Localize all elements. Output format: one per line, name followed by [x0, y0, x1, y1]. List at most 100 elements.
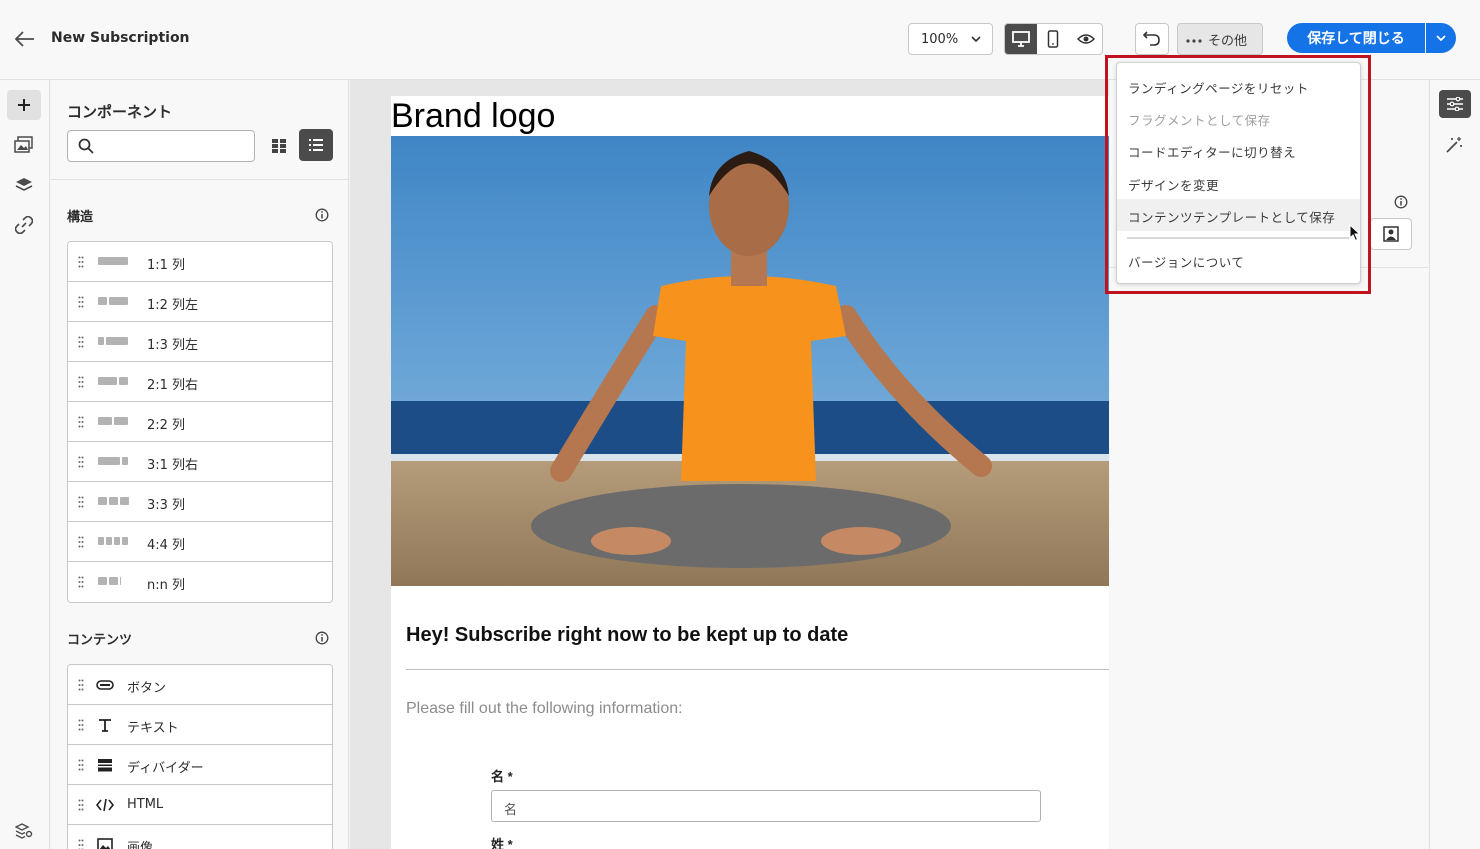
- landing-page-preview: Brand logo Hey! Subscribe right now to b…: [391, 96, 1109, 849]
- structure-item-label: 2:2 列: [147, 418, 186, 433]
- zoom-value: 100%: [921, 32, 959, 47]
- editor-canvas: Brand logo Hey! Subscribe right now to b…: [350, 80, 1109, 849]
- menu-item[interactable]: ランディングページをリセット: [1117, 70, 1360, 102]
- list-view-button[interactable]: [299, 129, 333, 161]
- structure-item[interactable]: 2:2 列: [68, 402, 332, 442]
- grid-view-button[interactable]: [265, 131, 293, 161]
- more-menu-button[interactable]: その他: [1177, 23, 1263, 55]
- link-icon: [15, 216, 33, 234]
- drag-handle-icon: [78, 296, 84, 308]
- menu-item[interactable]: バージョンについて: [1117, 244, 1360, 276]
- eye-icon: [1076, 34, 1095, 44]
- save-and-close-button[interactable]: 保存して閉じる: [1287, 23, 1425, 53]
- content-list: ボタンテキストディバイダー HTML 画像: [67, 664, 333, 849]
- structure-item[interactable]: 3:3 列: [68, 482, 332, 522]
- drag-handle-icon: [78, 719, 84, 731]
- panel-divider: [51, 179, 348, 180]
- desktop-view-button[interactable]: [1005, 24, 1038, 54]
- save-options-dropdown[interactable]: [1426, 23, 1456, 53]
- menu-item[interactable]: コンテンツテンプレートとして保存: [1117, 199, 1360, 231]
- right-rail: [1429, 80, 1480, 849]
- divider-line: [406, 669, 1109, 670]
- column-layout-icon: [98, 577, 126, 587]
- first-name-label: 名 *: [491, 769, 513, 784]
- content-item-label: ボタン: [127, 681, 167, 696]
- sliders-icon: [1447, 97, 1463, 111]
- drag-handle-icon: [78, 759, 84, 771]
- structure-item[interactable]: n:n 列: [68, 562, 332, 602]
- drag-handle-icon: [78, 456, 84, 468]
- last-name-label: 姓 *: [491, 837, 513, 849]
- structure-item[interactable]: 1:2 列左: [68, 282, 332, 322]
- structure-item-label: 1:3 列左: [147, 338, 199, 353]
- content-item-label: HTML: [127, 797, 164, 812]
- column-layout-icon: [98, 497, 129, 507]
- divider-icon: [96, 756, 114, 774]
- layers-button[interactable]: [7, 170, 41, 200]
- column-layout-icon: [98, 457, 128, 467]
- structure-item[interactable]: 1:1 列: [68, 242, 332, 282]
- components-title: コンポーネント: [67, 103, 173, 121]
- content-item[interactable]: 画像: [68, 825, 332, 849]
- info-icon[interactable]: [315, 630, 329, 645]
- desktop-icon: [1012, 31, 1031, 47]
- column-layout-icon: [98, 537, 128, 547]
- menu-item[interactable]: コードエディターに切り替え: [1117, 134, 1360, 166]
- drag-handle-icon: [78, 336, 84, 348]
- structure-item[interactable]: 3:1 列右: [68, 442, 332, 482]
- content-item-label: ディバイダー: [127, 761, 204, 776]
- content-item-label: 画像: [127, 841, 154, 849]
- drag-handle-icon: [78, 839, 84, 849]
- page-headline[interactable]: Hey! Subscribe right now to be kept up t…: [406, 624, 848, 647]
- menu-item: フラグメントとして保存: [1128, 113, 1271, 128]
- grid-view-icon: [272, 139, 286, 153]
- undo-button[interactable]: [1135, 23, 1169, 55]
- add-components-button[interactable]: [7, 90, 41, 120]
- content-item-label: テキスト: [127, 721, 179, 736]
- content-item[interactable]: ボタン: [68, 665, 332, 705]
- hero-image[interactable]: [391, 136, 1109, 586]
- device-toggle-group: [1004, 23, 1103, 55]
- layers-settings-button[interactable]: [7, 816, 41, 846]
- info-icon[interactable]: [315, 207, 329, 222]
- content-section-title: コンテンツ: [67, 633, 133, 648]
- magic-wand-button[interactable]: [1444, 135, 1464, 159]
- column-layout-icon: [98, 377, 128, 387]
- zoom-select[interactable]: 100%: [908, 23, 993, 55]
- structure-item-label: 3:3 列: [147, 498, 186, 513]
- form-instructions[interactable]: Please fill out the following informatio…: [406, 700, 683, 718]
- content-item[interactable]: HTML: [68, 785, 332, 825]
- mobile-view-button[interactable]: [1037, 24, 1069, 54]
- drag-handle-icon: [78, 416, 84, 428]
- drag-handle-icon: [78, 536, 84, 548]
- image-picker-button[interactable]: [1370, 218, 1412, 250]
- chevron-down-icon: [1436, 35, 1446, 42]
- assets-button[interactable]: [7, 130, 41, 160]
- structure-item[interactable]: 4:4 列: [68, 522, 332, 562]
- links-button[interactable]: [7, 210, 41, 240]
- image-icon: [96, 836, 114, 849]
- structure-item-label: 2:1 列右: [147, 378, 199, 393]
- preview-button[interactable]: [1070, 24, 1102, 54]
- first-name-field[interactable]: 名: [491, 790, 1041, 822]
- content-item[interactable]: テキスト: [68, 705, 332, 745]
- content-item[interactable]: ディバイダー: [68, 745, 332, 785]
- menu-item[interactable]: デザインを変更: [1117, 167, 1360, 199]
- brand-logo[interactable]: Brand logo: [391, 97, 555, 136]
- structure-item[interactable]: 1:3 列左: [68, 322, 332, 362]
- menu-separator: [1127, 237, 1350, 239]
- drag-handle-icon: [78, 679, 84, 691]
- structure-list: 1:1 列 1:2 列左 1:3 列左 2:1 列右 2:2 列 3:1 列右 3:3 列 4…: [67, 241, 333, 603]
- settings-toggle-button[interactable]: [1439, 90, 1471, 118]
- component-search-input[interactable]: [67, 130, 255, 162]
- drag-handle-icon: [78, 256, 84, 268]
- plus-icon: [18, 99, 30, 111]
- structure-item[interactable]: 2:1 列右: [68, 362, 332, 402]
- column-layout-icon: [98, 337, 128, 347]
- drag-handle-icon: [78, 799, 84, 811]
- structure-item-label: n:n 列: [147, 578, 185, 593]
- back-arrow-icon[interactable]: [12, 26, 38, 52]
- structure-item-label: 1:2 列左: [147, 298, 199, 313]
- chevron-down-icon: [970, 33, 982, 49]
- info-icon[interactable]: [1394, 194, 1408, 213]
